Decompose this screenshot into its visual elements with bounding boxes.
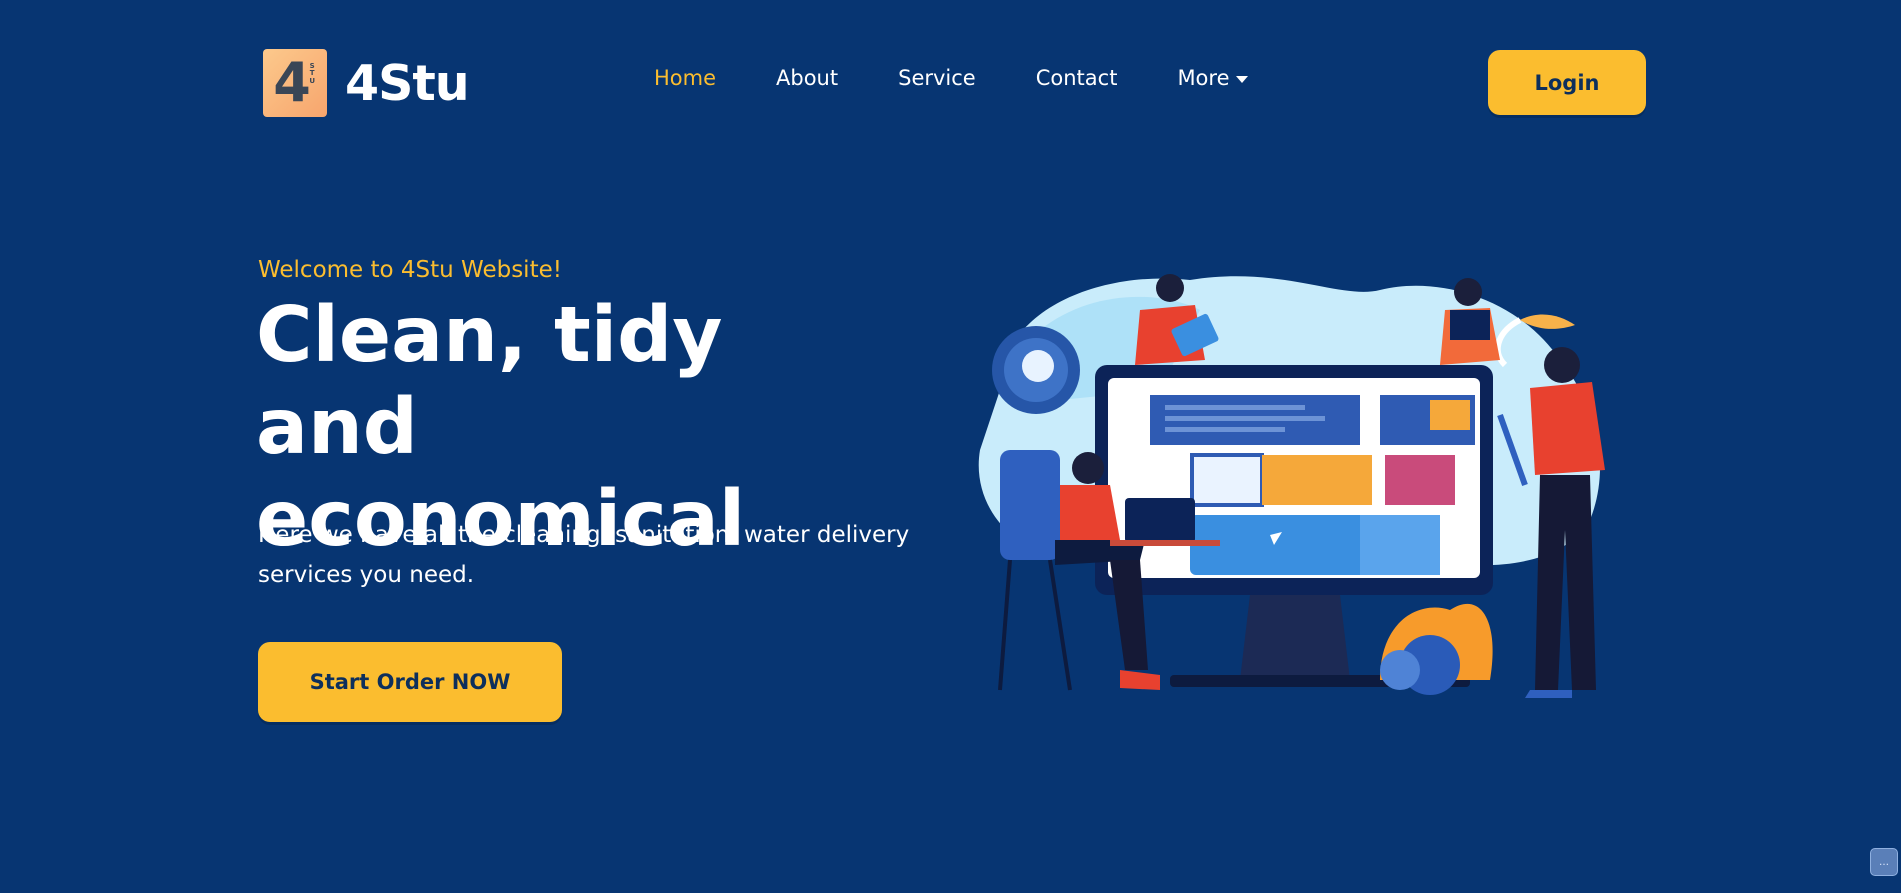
logo-badge-icon: 4 S T U [263, 49, 327, 117]
laptop [1125, 498, 1195, 543]
monitor-stand [1240, 595, 1350, 680]
person-head [1072, 452, 1104, 484]
login-button[interactable]: Login [1488, 50, 1646, 115]
hero-lead: Here we have all the cleaning, sanitatio… [258, 515, 938, 595]
brand-logo-link[interactable]: 4 S T U 4Stu [263, 48, 470, 118]
hero-lead-line: services you need. [258, 562, 475, 588]
nav-item-contact[interactable]: Contact [1036, 66, 1118, 90]
nav-item-label: Home [654, 66, 717, 90]
nav-item-label: Contact [1035, 66, 1118, 90]
nav-item-label: About [776, 66, 839, 90]
hero-eyebrow: Welcome to 4Stu Website! [258, 257, 562, 283]
logo-digit: 4 [273, 51, 311, 114]
nav-item-more[interactable]: More [1177, 66, 1248, 90]
caret-down-icon [1235, 75, 1248, 83]
nav-item-label: Service [898, 66, 976, 90]
start-order-button[interactable]: Start Order NOW [258, 642, 562, 722]
nav-item-home[interactable]: Home [654, 66, 716, 90]
chair [1000, 450, 1060, 560]
nav-item-about[interactable]: About [776, 66, 838, 90]
hero-headline-line: Clean, tidy and [256, 291, 723, 472]
chat-widget-icon[interactable]: … [1870, 848, 1898, 876]
people-around-monitor-illustration [978, 274, 1605, 698]
brand-name: 4Stu [345, 54, 470, 112]
nav-item-service[interactable]: Service [898, 66, 976, 90]
hero-lead-line: Here we have all the cleaning, sanitatio… [258, 522, 910, 548]
logo-mini-letters: S T U [309, 62, 315, 85]
main-nav: Home About Service Contact More [654, 66, 1308, 90]
logo-mini-letter: U [309, 76, 315, 85]
nav-item-label: More [1177, 66, 1230, 90]
